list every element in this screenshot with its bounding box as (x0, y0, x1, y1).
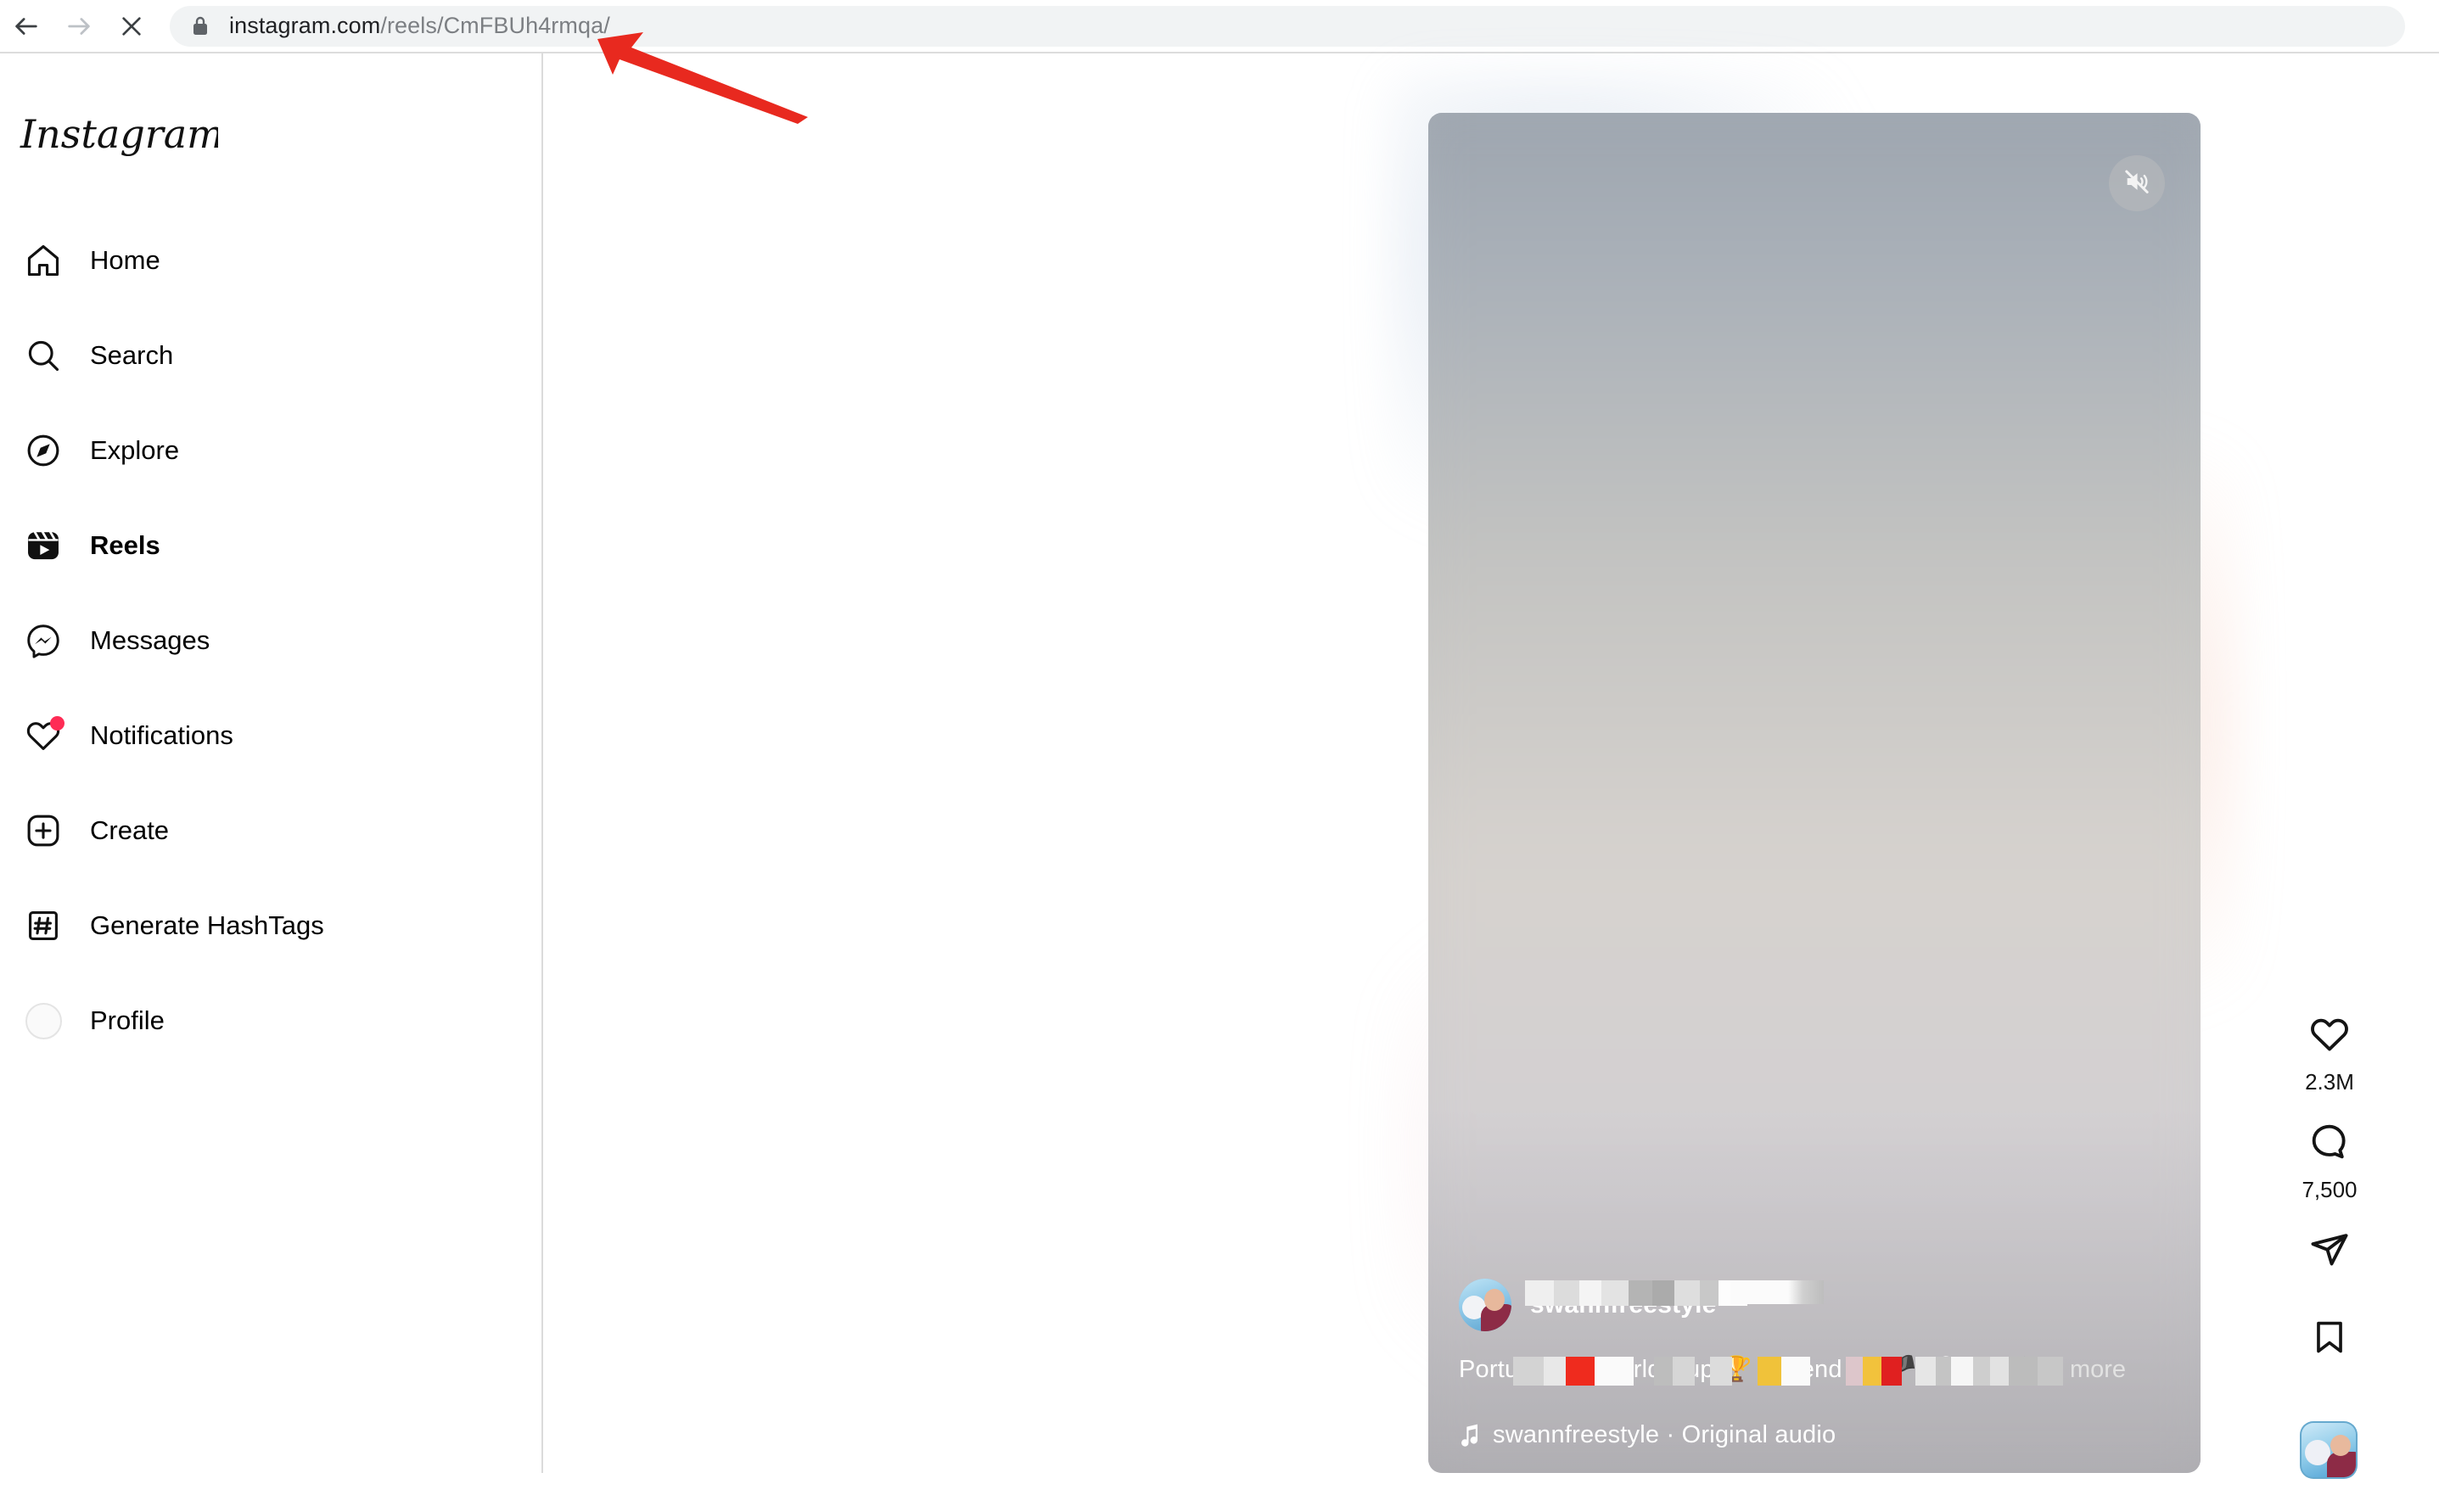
profile-avatar (25, 1002, 62, 1039)
reel-caption-text: Portugal 🇵🇹 World Cup 🏆 the end 🇧🇪 🏴 🏳 📷… (1459, 1356, 2048, 1383)
sidebar-item-profile[interactable]: Profile (0, 973, 541, 1068)
sidebar-item-label: Explore (90, 435, 180, 465)
speaker-muted-icon (2122, 167, 2151, 200)
sidebar: Instagram Home Search Explore Reels Mess… (0, 53, 543, 1473)
svg-text:Instagram: Instagram (20, 111, 218, 157)
forward-button[interactable] (53, 0, 105, 53)
comment-button[interactable]: 7,500 (2266, 1116, 2393, 1203)
reel-action-rail: 2.3M 7,500 (2266, 53, 2393, 1479)
back-arrow-icon (12, 12, 41, 41)
caption-more-link[interactable]: more (2070, 1356, 2126, 1384)
sidebar-item-home[interactable]: Home (0, 213, 541, 308)
like-count: 2.3M (2305, 1069, 2354, 1095)
heart-icon (12, 704, 75, 767)
plus-square-icon (12, 799, 75, 862)
music-note-icon (1459, 1423, 1481, 1448)
stop-loading-button[interactable] (105, 0, 158, 53)
follow-button-redaction (1730, 1280, 1824, 1304)
lock-icon (190, 14, 210, 38)
url-path: /reels/CmFBUh4rmqa/ (380, 13, 610, 38)
sidebar-item-create[interactable]: Create (0, 783, 541, 878)
sidebar-item-label: Notifications (90, 720, 233, 750)
notification-badge-dot (50, 716, 64, 731)
like-button[interactable]: 2.3M (2266, 1008, 2393, 1095)
back-button[interactable] (0, 0, 53, 53)
sidebar-item-reels[interactable]: Reels (0, 498, 541, 593)
reel-viewer: swannfreestyle Portugal 🇵🇹 World Cup 🏆 t… (543, 53, 2439, 1512)
save-button[interactable] (2266, 1311, 2393, 1364)
messenger-icon (12, 609, 75, 672)
reel-audio-label: swannfreestyle · Original audio (1493, 1421, 1836, 1448)
sidebar-item-label: Profile (90, 1005, 165, 1035)
sidebar-item-label: Search (90, 340, 174, 370)
address-bar[interactable]: instagram.com/reels/CmFBUh4rmqa/ (170, 5, 2405, 47)
sidebar-item-label: Reels (90, 530, 160, 560)
sidebar-item-label: Home (90, 245, 160, 275)
avatar-icon (12, 989, 75, 1052)
hashtag-square-icon (12, 894, 75, 957)
author-username-wrap[interactable]: swannfreestyle (1525, 1280, 1824, 1319)
author-username: swannfreestyle (1530, 1291, 1717, 1319)
reel-video-player[interactable]: swannfreestyle Portugal 🇵🇹 World Cup 🏆 t… (1428, 113, 2201, 1473)
heart-icon (2308, 1008, 2351, 1061)
reel-author-row[interactable]: swannfreestyle (1459, 1274, 2172, 1336)
reel-container: swannfreestyle Portugal 🇵🇹 World Cup 🏆 t… (1389, 74, 2240, 1512)
audio-track-thumbnail[interactable] (2300, 1421, 2358, 1479)
forward-arrow-icon (64, 12, 93, 41)
sidebar-item-messages[interactable]: Messages (0, 593, 541, 688)
author-avatar[interactable] (1459, 1279, 1511, 1331)
url-text: instagram.com/reels/CmFBUh4rmqa/ (229, 13, 610, 39)
share-button[interactable] (2266, 1223, 2393, 1275)
browser-toolbar: instagram.com/reels/CmFBUh4rmqa/ (0, 0, 2439, 53)
mute-toggle-button[interactable] (2109, 155, 2165, 211)
sidebar-item-label: Generate HashTags (90, 910, 324, 940)
sidebar-nav-list: Home Search Explore Reels Messages Notif… (0, 213, 541, 1068)
reel-caption-row: Portugal 🇵🇹 World Cup 🏆 the end 🇧🇪 🏴 🏳 📷… (1459, 1355, 2172, 1399)
url-domain: instagram.com (229, 13, 381, 38)
instagram-page: Instagram Home Search Explore Reels Mess… (0, 53, 2439, 1512)
sidebar-item-explore[interactable]: Explore (0, 403, 541, 498)
instagram-wordmark-icon: Instagram (20, 111, 218, 157)
bookmark-icon (2310, 1311, 2349, 1364)
paper-plane-icon (2308, 1223, 2351, 1275)
sidebar-item-search[interactable]: Search (0, 308, 541, 403)
comment-bubble-icon (2308, 1116, 2351, 1168)
reels-clapperboard-icon (12, 514, 75, 577)
reel-caption-block: swannfreestyle Portugal 🇵🇹 World Cup 🏆 t… (1459, 1274, 2172, 1449)
home-icon (12, 229, 75, 292)
compass-icon (12, 419, 75, 482)
sidebar-item-notifications[interactable]: Notifications (0, 688, 541, 783)
sidebar-item-label: Messages (90, 625, 210, 655)
sidebar-item-label: Create (90, 815, 170, 845)
instagram-logo[interactable]: Instagram (0, 94, 541, 176)
reel-audio-row[interactable]: swannfreestyle · Original audio (1459, 1421, 2172, 1449)
stop-x-icon (118, 13, 145, 40)
sidebar-item-generate-hashtags[interactable]: Generate HashTags (0, 878, 541, 973)
comment-count: 7,500 (2302, 1177, 2358, 1202)
search-icon (12, 324, 75, 387)
